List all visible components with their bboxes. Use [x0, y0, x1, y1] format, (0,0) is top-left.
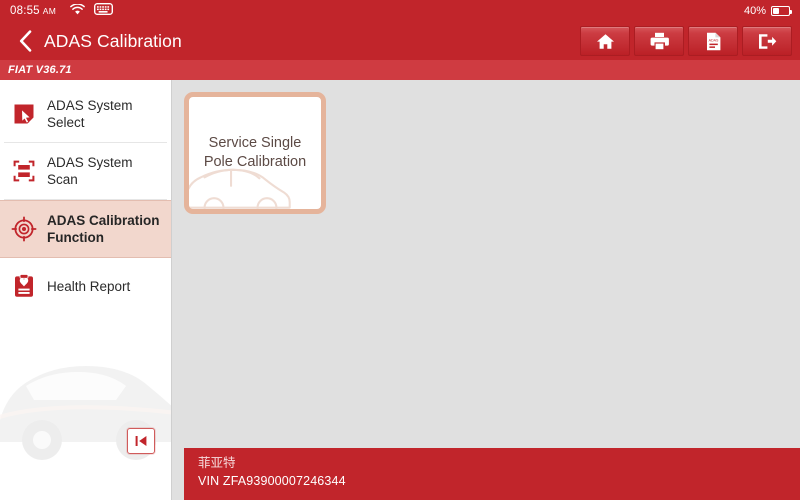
- function-card-label: Service Single Pole Calibration: [189, 134, 321, 172]
- status-icons: [70, 2, 113, 20]
- status-ampm: AM: [43, 6, 56, 16]
- print-button[interactable]: [634, 26, 684, 56]
- vehicle-name: 菲亚特: [198, 455, 800, 472]
- main-content: Service Single Pole Calibration 菲亚特 VIN …: [172, 80, 800, 500]
- sidebar-item-label: Health Report: [47, 278, 130, 295]
- exit-icon: [758, 33, 777, 50]
- home-button[interactable]: [580, 26, 630, 56]
- version-bar: FIAT V36.71: [0, 60, 800, 80]
- sidebar-item-adas-system-scan[interactable]: ADAS System Scan: [0, 143, 171, 199]
- status-time: 08:55: [10, 5, 40, 17]
- skip-to-start-icon: [134, 434, 148, 448]
- sidebar-item-adas-calibration-function[interactable]: ADAS Calibration Function: [0, 200, 171, 258]
- adas-report-icon: ADAS: [705, 32, 722, 51]
- sidebar-item-label: ADAS Calibration Function: [47, 212, 163, 246]
- sidebar: ADAS System Select: [0, 80, 172, 500]
- back-chevron-icon: [19, 30, 32, 52]
- collapse-sidebar-button[interactable]: [127, 428, 155, 454]
- toolbar-actions: ADAS: [580, 26, 792, 56]
- adas-calibration-screen: 08:55 AM: [0, 0, 800, 500]
- function-card-grid: Service Single Pole Calibration: [184, 92, 800, 214]
- home-icon: [596, 33, 615, 50]
- battery-percent-label: 40%: [744, 5, 766, 17]
- version-label: FIAT V36.71: [8, 64, 72, 76]
- battery-icon: [771, 6, 790, 16]
- cursor-select-icon: [11, 103, 37, 125]
- status-bar: 08:55 AM: [0, 0, 800, 22]
- report-button[interactable]: ADAS: [688, 26, 738, 56]
- title-bar: ADAS Calibration ADAS: [0, 22, 800, 60]
- exit-button[interactable]: [742, 26, 792, 56]
- vehicle-vin: VIN ZFA93900007246344: [198, 472, 800, 490]
- sidebar-item-label: ADAS System Select: [47, 97, 163, 131]
- function-card-service-single-pole-calibration[interactable]: Service Single Pole Calibration: [184, 92, 326, 214]
- status-time-group: 08:55 AM: [10, 5, 56, 17]
- crosshair-target-icon: [11, 216, 37, 242]
- sidebar-item-adas-system-select[interactable]: ADAS System Select: [0, 86, 171, 142]
- svg-text:ADAS: ADAS: [708, 38, 718, 42]
- back-button[interactable]: [12, 26, 38, 56]
- wifi-icon: [70, 2, 85, 20]
- sidebar-item-health-report[interactable]: Health Report: [0, 258, 171, 314]
- clipboard-health-icon: [11, 274, 37, 298]
- scan-icon: [11, 160, 37, 182]
- body-area: ADAS System Select: [0, 80, 800, 500]
- battery-group: 40%: [744, 5, 790, 17]
- vehicle-info-bar: 菲亚特 VIN ZFA93900007246344: [184, 448, 800, 500]
- page-title: ADAS Calibration: [44, 31, 182, 52]
- printer-icon: [650, 32, 669, 50]
- keyboard-icon: [94, 2, 113, 20]
- sidebar-nav: ADAS System Select: [0, 80, 171, 314]
- sidebar-item-label: ADAS System Scan: [47, 154, 163, 188]
